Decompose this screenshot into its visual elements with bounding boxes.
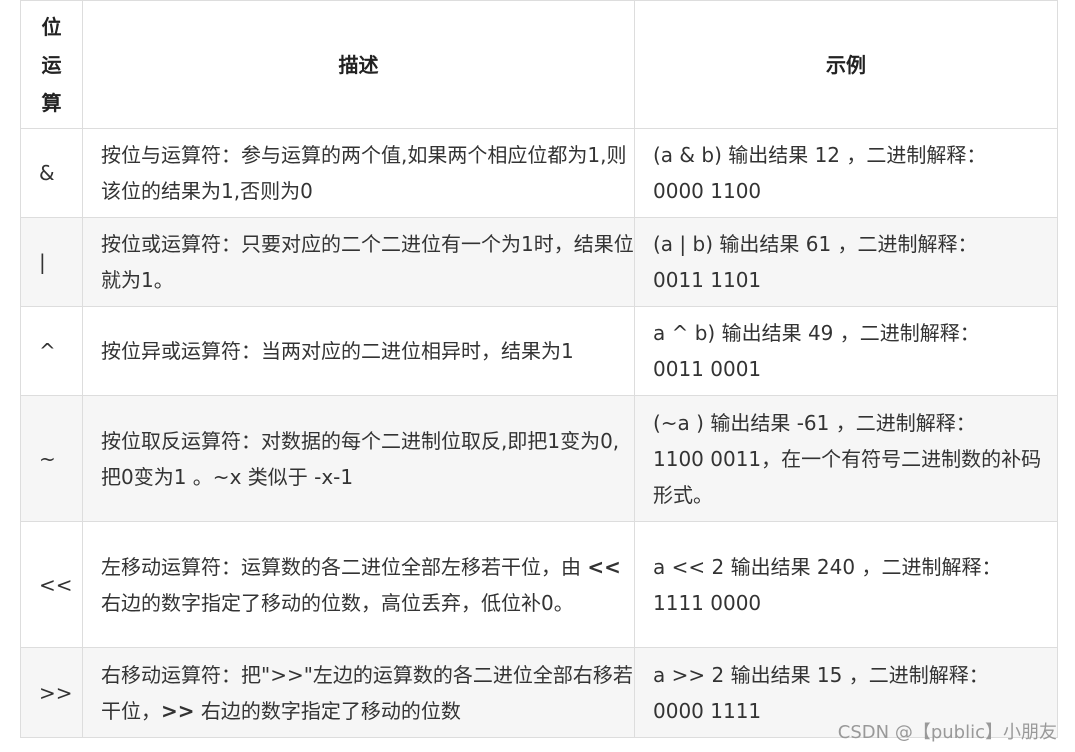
operator-symbol: >>	[161, 698, 195, 723]
description-cell: 按位或运算符：只要对应的二个二进位有一个为1时，结果位就为1。	[82, 217, 635, 307]
example-cell: (a | b) 输出结果 61 ，二进制解释： 0011 1101	[634, 217, 1058, 307]
operator-cell: ~	[20, 395, 83, 522]
table-row: & 按位与运算符：参与运算的两个值,如果两个相应位都为1,则该位的结果为1,否则…	[20, 128, 1058, 218]
example-line: a ^ b) 输出结果 49 ，二进制解释：	[653, 321, 980, 345]
table-row: << 左移动运算符：运算数的各二进位全部左移若干位，由 << 右边的数字指定了移…	[20, 521, 1058, 648]
header-operator: 位运算	[20, 0, 83, 129]
example-line: (~a ) 输出结果 -61 ，二进制解释：	[653, 410, 976, 435]
watermark: CSDN @【public】小朋友	[837, 722, 1057, 743]
example-binary: 0011 1101	[653, 268, 762, 292]
operator-cell: &	[20, 128, 83, 218]
description-cell: 按位取反运算符：对数据的每个二进制位取反,即把1变为0,把0变为1 。~x 类似…	[82, 395, 635, 522]
table-header-row: 位运算 描述 示例	[20, 0, 1058, 129]
example-cell: (~a ) 输出结果 -61 ，二进制解释： 1100 0011，在一个有符号二…	[634, 395, 1058, 522]
table-row: | 按位或运算符：只要对应的二个二进位有一个为1时，结果位就为1。 (a | b…	[20, 217, 1058, 307]
description-text: 右边的数字指定了移动的位数，高位丢弃，低位补0。	[101, 590, 574, 615]
example-line: (a & b) 输出结果 12 ，二进制解释：	[653, 143, 987, 167]
table-row: ~ 按位取反运算符：对数据的每个二进制位取反,即把1变为0,把0变为1 。~x …	[20, 395, 1058, 522]
description-text: 左移动运算符：运算数的各二进位全部左移若干位，由	[101, 554, 588, 579]
description-cell: 按位与运算符：参与运算的两个值,如果两个相应位都为1,则该位的结果为1,否则为0	[82, 128, 635, 218]
operator-cell: ^	[20, 306, 83, 396]
operator-cell: >>	[20, 647, 83, 738]
example-binary: 0011 0001	[653, 357, 762, 381]
example-binary: 1100 0011，在一个有符号二进制数的补码形式。	[653, 446, 1042, 507]
table-row: ^ 按位异或运算符：当两对应的二进位相异时，结果为1 a ^ b) 输出结果 4…	[20, 306, 1058, 396]
example-cell: a << 2 输出结果 240 ，二进制解释： 1111 0000	[634, 521, 1058, 648]
description-cell: 按位异或运算符：当两对应的二进位相异时，结果为1	[82, 306, 635, 396]
operator-cell: |	[20, 217, 83, 307]
example-line: a >> 2 输出结果 15 ，二进制解释：	[653, 662, 989, 687]
example-binary: 1111 0000	[653, 590, 762, 615]
description-text: 右边的数字指定了移动的位数	[194, 698, 461, 723]
example-cell: (a & b) 输出结果 12 ，二进制解释： 0000 1100	[634, 128, 1058, 218]
description-cell: 左移动运算符：运算数的各二进位全部左移若干位，由 << 右边的数字指定了移动的位…	[82, 521, 635, 648]
example-line: (a | b) 输出结果 61 ，二进制解释：	[653, 232, 978, 256]
description-cell: 右移动运算符：把">>"左边的运算数的各二进位全部右移若干位，>> 右边的数字指…	[82, 647, 635, 738]
example-cell: a ^ b) 输出结果 49 ，二进制解释： 0011 0001	[634, 306, 1058, 396]
example-binary: 0000 1100	[653, 179, 762, 203]
header-description: 描述	[82, 0, 635, 129]
operator-cell: <<	[20, 521, 83, 648]
bitwise-operator-table: 位运算 描述 示例 & 按位与运算符：参与运算的两个值,如果两个相应位都为1,则…	[20, 0, 1058, 738]
example-line: a << 2 输出结果 240 ，二进制解释：	[653, 554, 1002, 579]
header-example: 示例	[634, 0, 1058, 129]
operator-symbol: <<	[587, 554, 621, 579]
